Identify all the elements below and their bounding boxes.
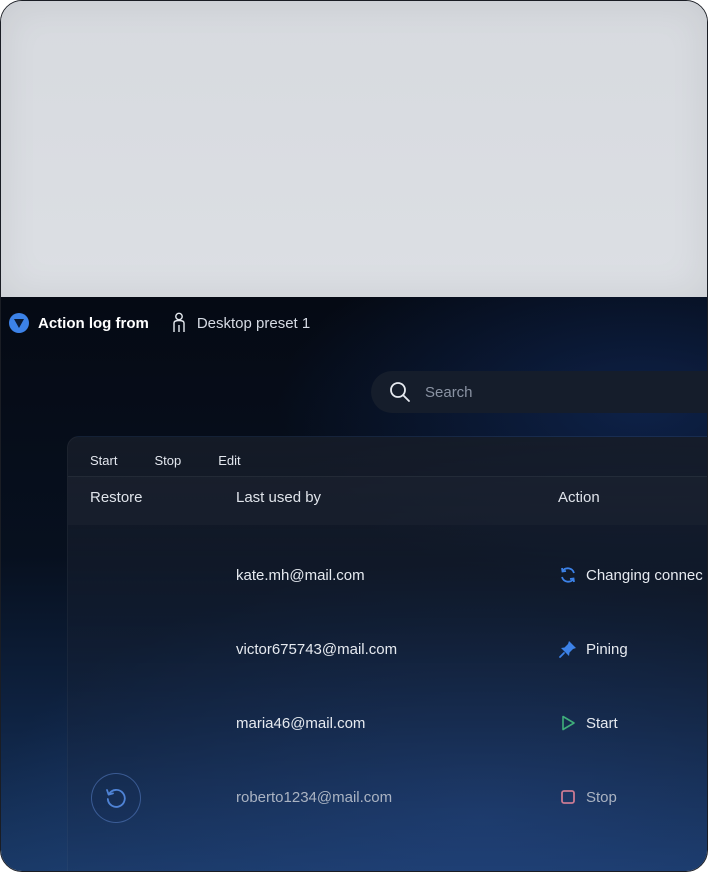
refresh-icon [558, 565, 578, 585]
page-title: Action log from [38, 314, 149, 332]
row-action-label: Stop [586, 788, 617, 806]
column-header-restore[interactable]: Restore [90, 489, 143, 506]
toolbar-stop-button[interactable]: Stop [154, 453, 181, 468]
row-email: victor675743@mail.com [236, 641, 398, 658]
play-icon [558, 713, 578, 733]
table-row[interactable]: victor675743@mail.com Pining [68, 631, 707, 671]
person-icon [171, 312, 187, 334]
action-log-view: Action log from Desktop preset 1 Start S… [1, 297, 707, 871]
row-email: maria46@mail.com [236, 715, 366, 732]
preset-name[interactable]: Desktop preset 1 [197, 315, 310, 332]
stop-icon [558, 787, 578, 807]
pin-icon [558, 639, 578, 659]
search-bar[interactable] [371, 371, 707, 413]
row-action: Stop [558, 787, 617, 807]
restore-icon [106, 789, 126, 808]
table-header-row [68, 477, 707, 525]
row-action: Pining [558, 639, 628, 659]
column-header-last-used-by[interactable]: Last used by [236, 489, 321, 506]
table-row[interactable]: maria46@mail.com Start [68, 705, 707, 745]
row-email: roberto1234@mail.com [236, 789, 393, 806]
row-email: kate.mh@mail.com [236, 567, 365, 584]
search-icon [390, 382, 410, 402]
row-action-label: Changing connec [586, 566, 703, 584]
blank-region [1, 1, 707, 297]
row-action-label: Pining [586, 640, 628, 658]
column-header-action[interactable]: Action [558, 489, 600, 506]
log-table-panel: Start Stop Edit Restore Last used by Act… [67, 436, 707, 871]
header: Action log from Desktop preset 1 [9, 311, 310, 335]
app-window: Action log from Desktop preset 1 Start S… [0, 0, 708, 872]
row-action: Start [558, 713, 618, 733]
table-row[interactable]: kate.mh@mail.com Changing connec [68, 557, 707, 597]
table-toolbar: Start Stop Edit [90, 453, 278, 468]
row-action: Changing connec [558, 565, 703, 585]
search-input[interactable] [423, 382, 687, 402]
row-action-label: Start [586, 714, 618, 732]
restore-button[interactable] [91, 773, 141, 823]
toolbar-start-button[interactable]: Start [90, 453, 117, 468]
app-logo-icon [9, 313, 29, 333]
toolbar-edit-button[interactable]: Edit [218, 453, 240, 468]
table-row[interactable]: roberto1234@mail.com Stop [68, 773, 707, 823]
